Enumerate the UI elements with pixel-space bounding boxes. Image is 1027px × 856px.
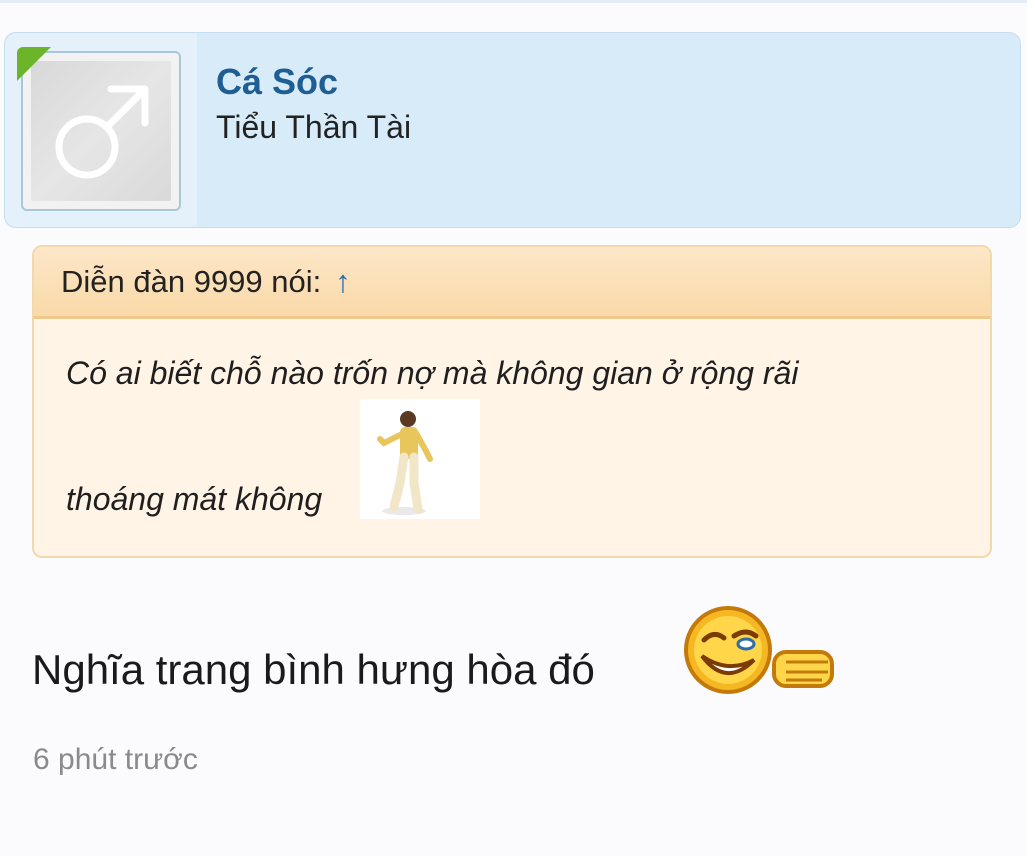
user-title: Tiểu Thần Tài xyxy=(216,109,412,145)
avatar-container[interactable] xyxy=(5,33,197,227)
quote-header: Diễn đàn 9999 nói: ↑ xyxy=(34,247,990,319)
quote-block: Diễn đàn 9999 nói: ↑ Có ai biết chỗ nào t… xyxy=(32,245,992,558)
jump-to-quote-icon[interactable]: ↑ xyxy=(335,264,351,300)
top-divider xyxy=(0,0,1027,3)
quote-author-label: Diễn đàn 9999 nói: xyxy=(61,264,322,299)
smirk-thumbs-emoji-icon xyxy=(682,600,842,700)
online-status-icon xyxy=(17,47,51,81)
quote-text-line2: thoáng mát không xyxy=(66,481,323,517)
quote-attribution: Diễn đàn 9999 nói: ↑ xyxy=(61,264,351,300)
quote-text-line1: Có ai biết chỗ nào trốn nợ mà không gian… xyxy=(66,355,799,391)
post-timestamp[interactable]: 6 phút trước xyxy=(33,743,198,777)
username-link[interactable]: Cá Sóc xyxy=(216,61,338,103)
user-info-header: Cá Sóc Tiểu Thần Tài xyxy=(4,32,1021,228)
post-message: Nghĩa trang bình hưng hòa đó xyxy=(32,646,595,693)
dancing-man-icon xyxy=(360,399,480,519)
male-symbol-icon xyxy=(31,61,171,201)
